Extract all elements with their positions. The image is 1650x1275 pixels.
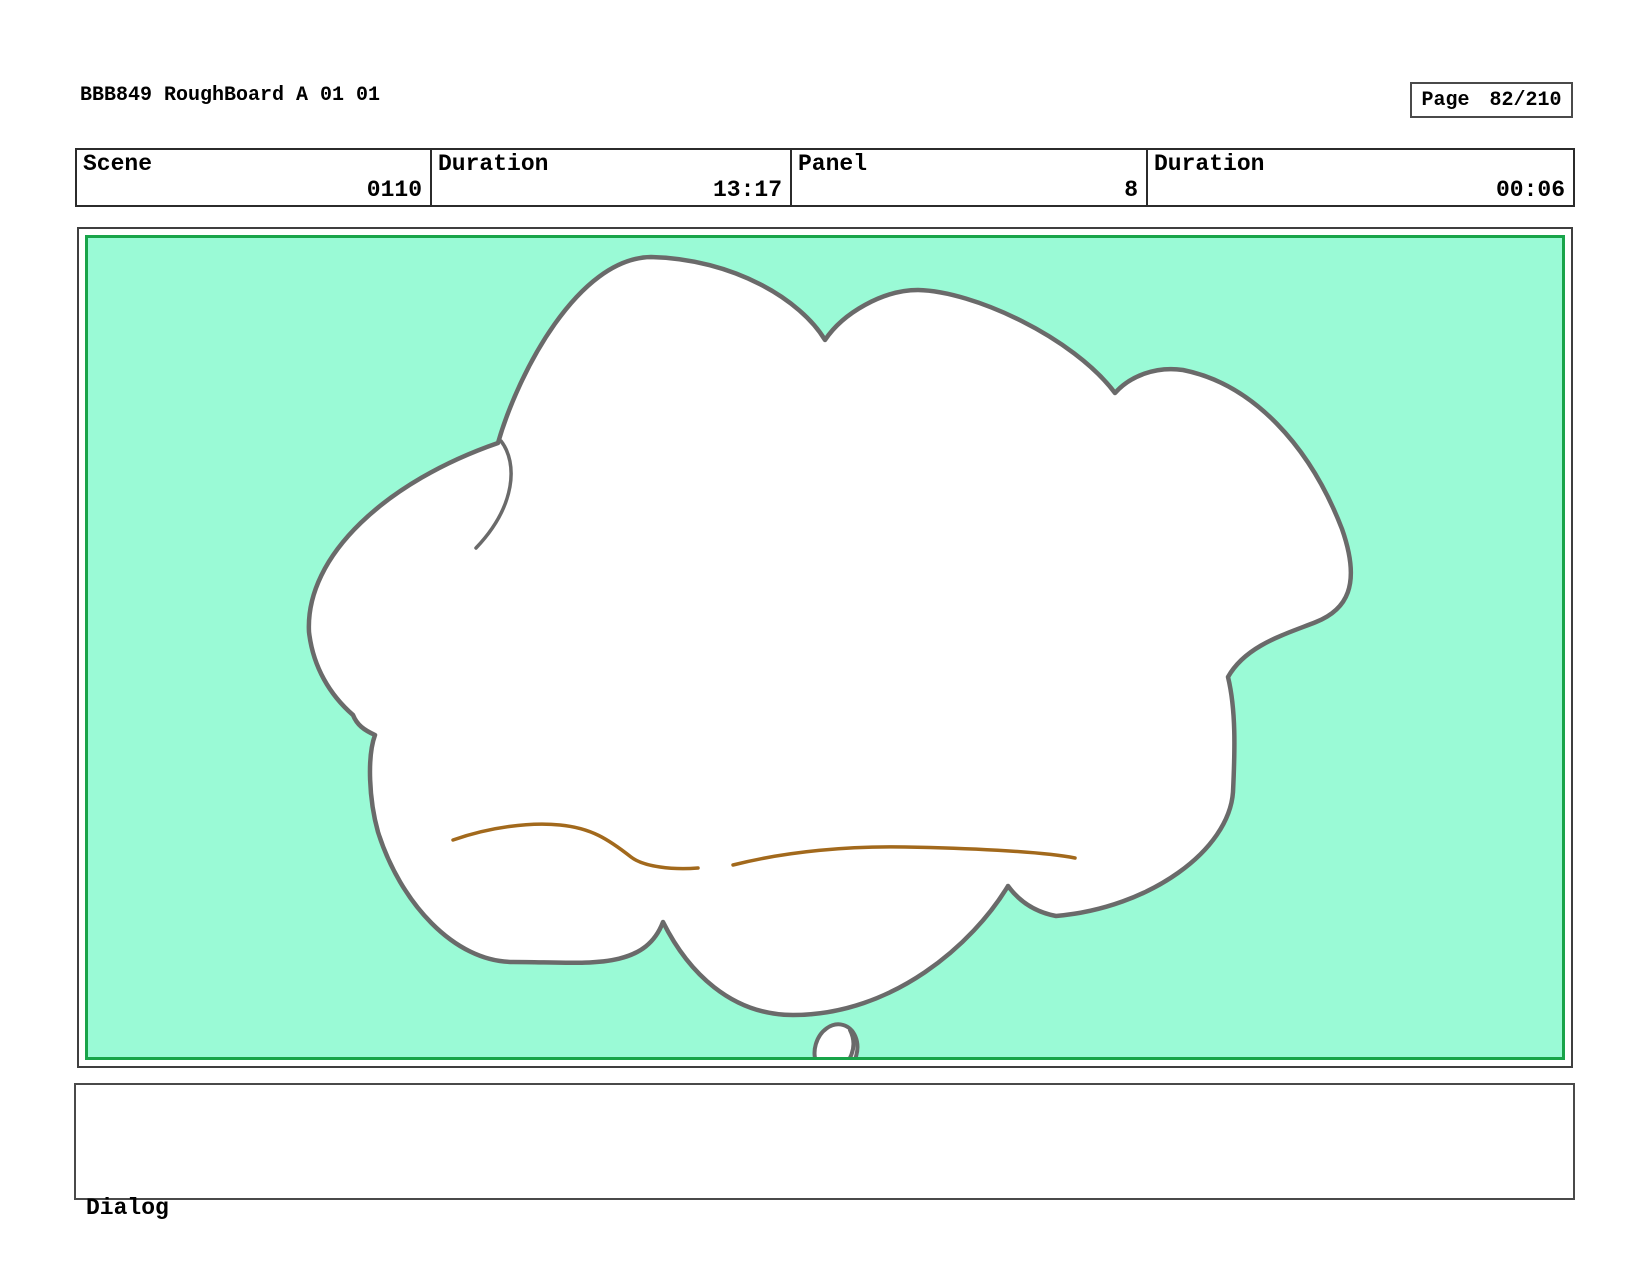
- info-bar: Scene 0110 Duration 13:17 Panel 8 Durati…: [75, 148, 1575, 207]
- scene-label: Scene: [83, 151, 153, 177]
- panel-canvas: [85, 235, 1565, 1060]
- thought-bubble-sketch: [306, 254, 1354, 1057]
- storyboard-page: BBB849 RoughBoard A 01 01 Page 82/210 Sc…: [0, 0, 1650, 1275]
- board-title: BBB849 RoughBoard A 01 01: [80, 84, 381, 107]
- dialog-box: Dialog TWEETY: These seeds will grow int…: [74, 1083, 1575, 1221]
- dialog-label: Dialog: [86, 1195, 169, 1221]
- panel-cell: Panel 8: [790, 150, 1146, 205]
- scene-duration-cell: Duration 13:17: [430, 150, 790, 205]
- panel-duration-value: 00:06: [1495, 177, 1565, 203]
- scene-duration-label: Duration: [438, 151, 549, 177]
- page-number-box: Page 82/210: [1410, 82, 1573, 118]
- scene-value: 0110: [366, 177, 422, 203]
- page-value: 82/210: [1489, 88, 1562, 112]
- scene-duration-value: 13:17: [712, 177, 782, 203]
- panel-value: 8: [1124, 177, 1138, 203]
- trailing-thought-bubble: [812, 1022, 860, 1057]
- thought-cloud-outline: [306, 254, 1354, 1018]
- storyboard-panel-frame: [77, 227, 1573, 1068]
- scene-cell: Scene 0110: [77, 150, 430, 205]
- panel-label: Panel: [798, 151, 868, 177]
- panel-duration-cell: Duration 00:06: [1146, 150, 1573, 205]
- panel-duration-label: Duration: [1154, 151, 1265, 177]
- page-label: Page: [1421, 88, 1470, 112]
